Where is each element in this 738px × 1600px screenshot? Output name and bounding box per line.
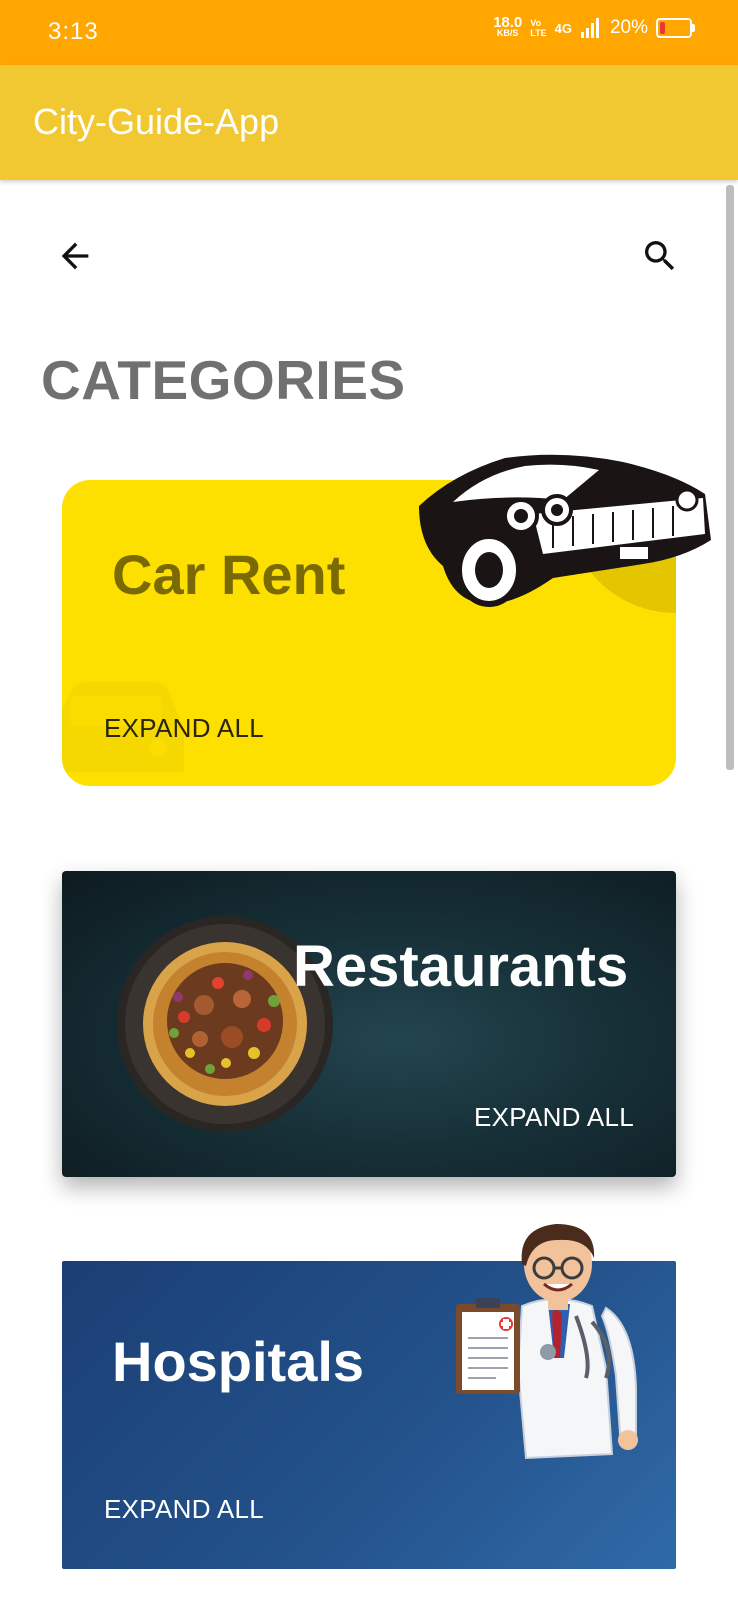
network-speed-unit: KB/S	[496, 28, 519, 38]
status-time: 3:13	[48, 18, 99, 45]
volte-bottom: LTE	[530, 28, 547, 38]
network-speed-value: 18.0	[493, 14, 523, 31]
arrow-left-icon[interactable]	[55, 236, 95, 276]
app-title: City-Guide-App	[33, 101, 280, 142]
page-title: CATEGORIES	[41, 349, 406, 411]
expand-all-button[interactable]: EXPAND ALL	[474, 1102, 634, 1133]
signal-icon	[580, 18, 599, 38]
volte-indicator: Vo LTE	[530, 18, 546, 38]
network-speed: 18.0 KB/S	[493, 14, 523, 39]
battery-percent: 20%	[609, 17, 648, 38]
category-title: Restaurants	[293, 934, 629, 999]
expand-all-button[interactable]: EXPAND ALL	[104, 1494, 264, 1525]
expand-all-button[interactable]: EXPAND ALL	[104, 713, 264, 744]
doctor-illustration	[456, 1224, 638, 1460]
search-icon[interactable]	[640, 236, 680, 276]
volte-top: Vo	[530, 18, 542, 28]
network-type: 4G	[554, 20, 572, 36]
category-title: Hospitals	[112, 1330, 365, 1393]
app-bar: City-Guide-App	[0, 65, 738, 180]
scrollbar[interactable]	[726, 185, 734, 770]
category-card-restaurants[interactable]: Restaurants EXPAND ALL	[62, 871, 676, 1177]
category-title: Car Rent	[112, 543, 346, 606]
battery-fill	[660, 22, 665, 34]
battery-icon	[656, 18, 695, 38]
vintage-car-illustration	[419, 454, 711, 607]
status-bar: 3:13 18.0 KB/S Vo LTE 4G 20%	[0, 0, 738, 65]
status-indicators: 18.0 KB/S Vo LTE 4G 20%	[493, 14, 695, 39]
